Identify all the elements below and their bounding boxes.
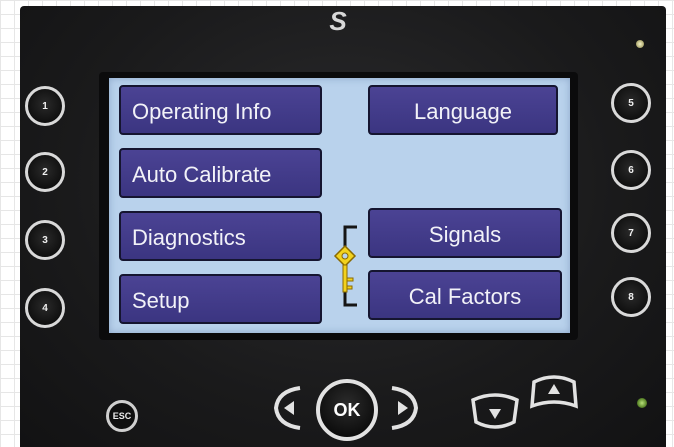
ok-button[interactable]: OK: [316, 379, 378, 441]
menu-language[interactable]: Language: [368, 85, 558, 135]
arrow-right-icon[interactable]: [386, 385, 422, 431]
status-led-top: [636, 40, 644, 48]
side-key-3[interactable]: 3: [25, 220, 65, 260]
menu-diagnostics[interactable]: Diagnostics: [119, 211, 322, 261]
side-key-6[interactable]: 6: [611, 150, 651, 190]
side-key-2[interactable]: 2: [25, 152, 65, 192]
menu-setup[interactable]: Setup: [119, 274, 322, 324]
menu-cal-factors[interactable]: Cal Factors: [368, 270, 562, 320]
side-key-4[interactable]: 4: [25, 288, 65, 328]
display-screen: Operating Info Auto Calibrate Diagnostic…: [109, 78, 570, 333]
brand-logo-icon: S: [329, 6, 347, 36]
key-icon: [333, 244, 357, 293]
menu-auto-calibrate[interactable]: Auto Calibrate: [119, 148, 322, 198]
esc-button[interactable]: ESC: [106, 400, 138, 432]
side-key-7[interactable]: 7: [611, 213, 651, 253]
status-led-bottom: [637, 398, 647, 408]
arrow-left-icon[interactable]: [270, 385, 306, 431]
arrow-up-icon[interactable]: [528, 374, 580, 412]
menu-signals[interactable]: Signals: [368, 208, 562, 258]
menu-operating-info[interactable]: Operating Info: [119, 85, 322, 135]
arrow-down-icon[interactable]: [470, 392, 520, 432]
side-key-8[interactable]: 8: [611, 277, 651, 317]
side-key-5[interactable]: 5: [611, 83, 651, 123]
side-key-1[interactable]: 1: [25, 86, 65, 126]
